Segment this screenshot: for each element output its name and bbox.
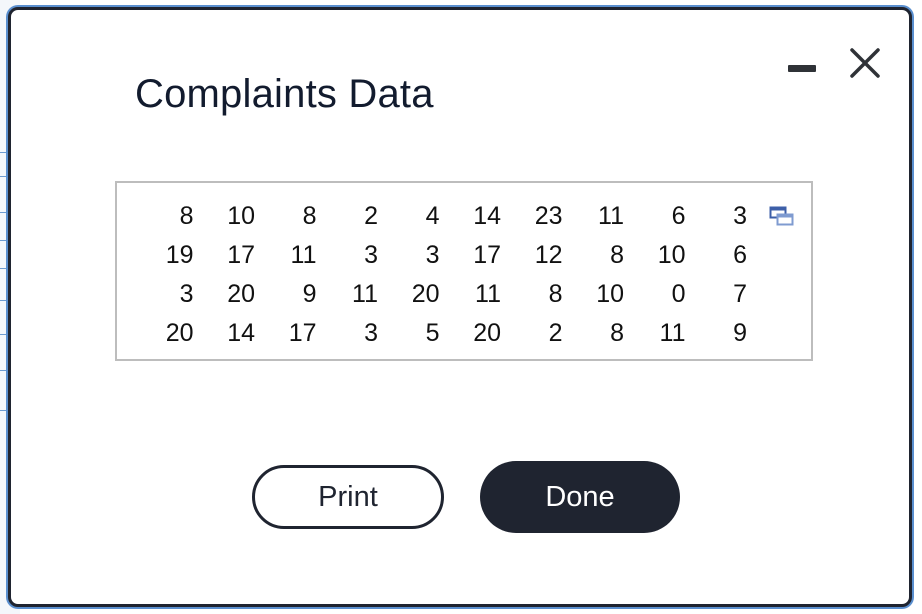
table-cell: 8 <box>179 202 194 230</box>
copy-to-spreadsheet-icon <box>769 206 794 226</box>
table-cell: 4 <box>425 202 440 230</box>
table-cell: 17 <box>473 241 501 269</box>
table-cell: 19 <box>165 241 194 269</box>
minimize-icon <box>788 64 816 72</box>
table-cell: 3 <box>733 202 747 230</box>
table-cell: 11 <box>598 202 624 230</box>
close-icon <box>850 48 880 78</box>
table-cell: 11 <box>659 319 686 347</box>
table-cell: 20 <box>227 280 255 308</box>
data-table: 8 10 8 2 4 14 23 11 6 3 19 17 11 3 3 17 12 8 10 6 3 20 9 11 20 11… <box>145 197 760 353</box>
table-cell: 10 <box>596 280 624 308</box>
table-cell: 17 <box>288 319 317 347</box>
table-cell: 14 <box>227 319 255 347</box>
table-cell: 20 <box>411 280 440 308</box>
copy-to-spreadsheet-button[interactable] <box>769 205 795 227</box>
table-row: 19 17 11 3 3 17 12 8 10 6 <box>145 236 760 275</box>
table-cell: 3 <box>179 280 194 308</box>
table-cell: 8 <box>302 202 317 230</box>
table-cell: 9 <box>733 319 747 347</box>
table-cell: 3 <box>364 241 378 269</box>
table-cell: 2 <box>548 319 563 347</box>
close-button[interactable] <box>847 45 883 81</box>
table-cell: 20 <box>473 319 501 347</box>
data-table-box: 8 10 8 2 4 14 23 11 6 3 19 17 11 3 3 17 12 8 10 6 3 20 9 11 20 11… <box>115 181 813 361</box>
table-cell: 3 <box>425 241 440 269</box>
table-row: 8 10 8 2 4 14 23 11 6 3 <box>145 197 760 236</box>
table-cell: 8 <box>548 280 563 308</box>
done-button[interactable]: Done <box>480 461 680 533</box>
table-cell: 5 <box>425 319 440 347</box>
table-cell: 8 <box>610 319 624 347</box>
table-row: 20 14 17 3 5 20 2 8 11 9 <box>145 314 760 353</box>
table-cell: 0 <box>671 280 686 308</box>
table-cell: 11 <box>352 280 378 308</box>
table-row: 3 20 9 11 20 11 8 10 0 7 <box>145 275 760 314</box>
table-cell: 23 <box>534 202 563 230</box>
table-cell: 20 <box>165 319 194 347</box>
table-cell: 8 <box>610 241 624 269</box>
table-cell: 17 <box>227 241 255 269</box>
table-cell: 10 <box>227 202 255 230</box>
table-cell: 14 <box>473 202 501 230</box>
table-cell: 10 <box>657 241 686 269</box>
table-cell: 7 <box>733 280 747 308</box>
table-cell: 6 <box>733 241 747 269</box>
table-cell: 6 <box>671 202 686 230</box>
table-cell: 12 <box>534 241 563 269</box>
table-cell: 11 <box>475 280 501 308</box>
print-button[interactable]: Print <box>252 465 444 529</box>
complaints-data-dialog: Complaints Data 8 10 8 2 4 14 23 11 6 3 19 17 11 3 3 17… <box>8 7 912 607</box>
table-cell: 2 <box>364 202 378 230</box>
dialog-title: Complaints Data <box>135 72 434 116</box>
table-cell: 11 <box>290 241 317 269</box>
table-cell: 9 <box>302 280 317 308</box>
minimize-button[interactable] <box>785 60 819 76</box>
table-cell: 3 <box>364 319 378 347</box>
